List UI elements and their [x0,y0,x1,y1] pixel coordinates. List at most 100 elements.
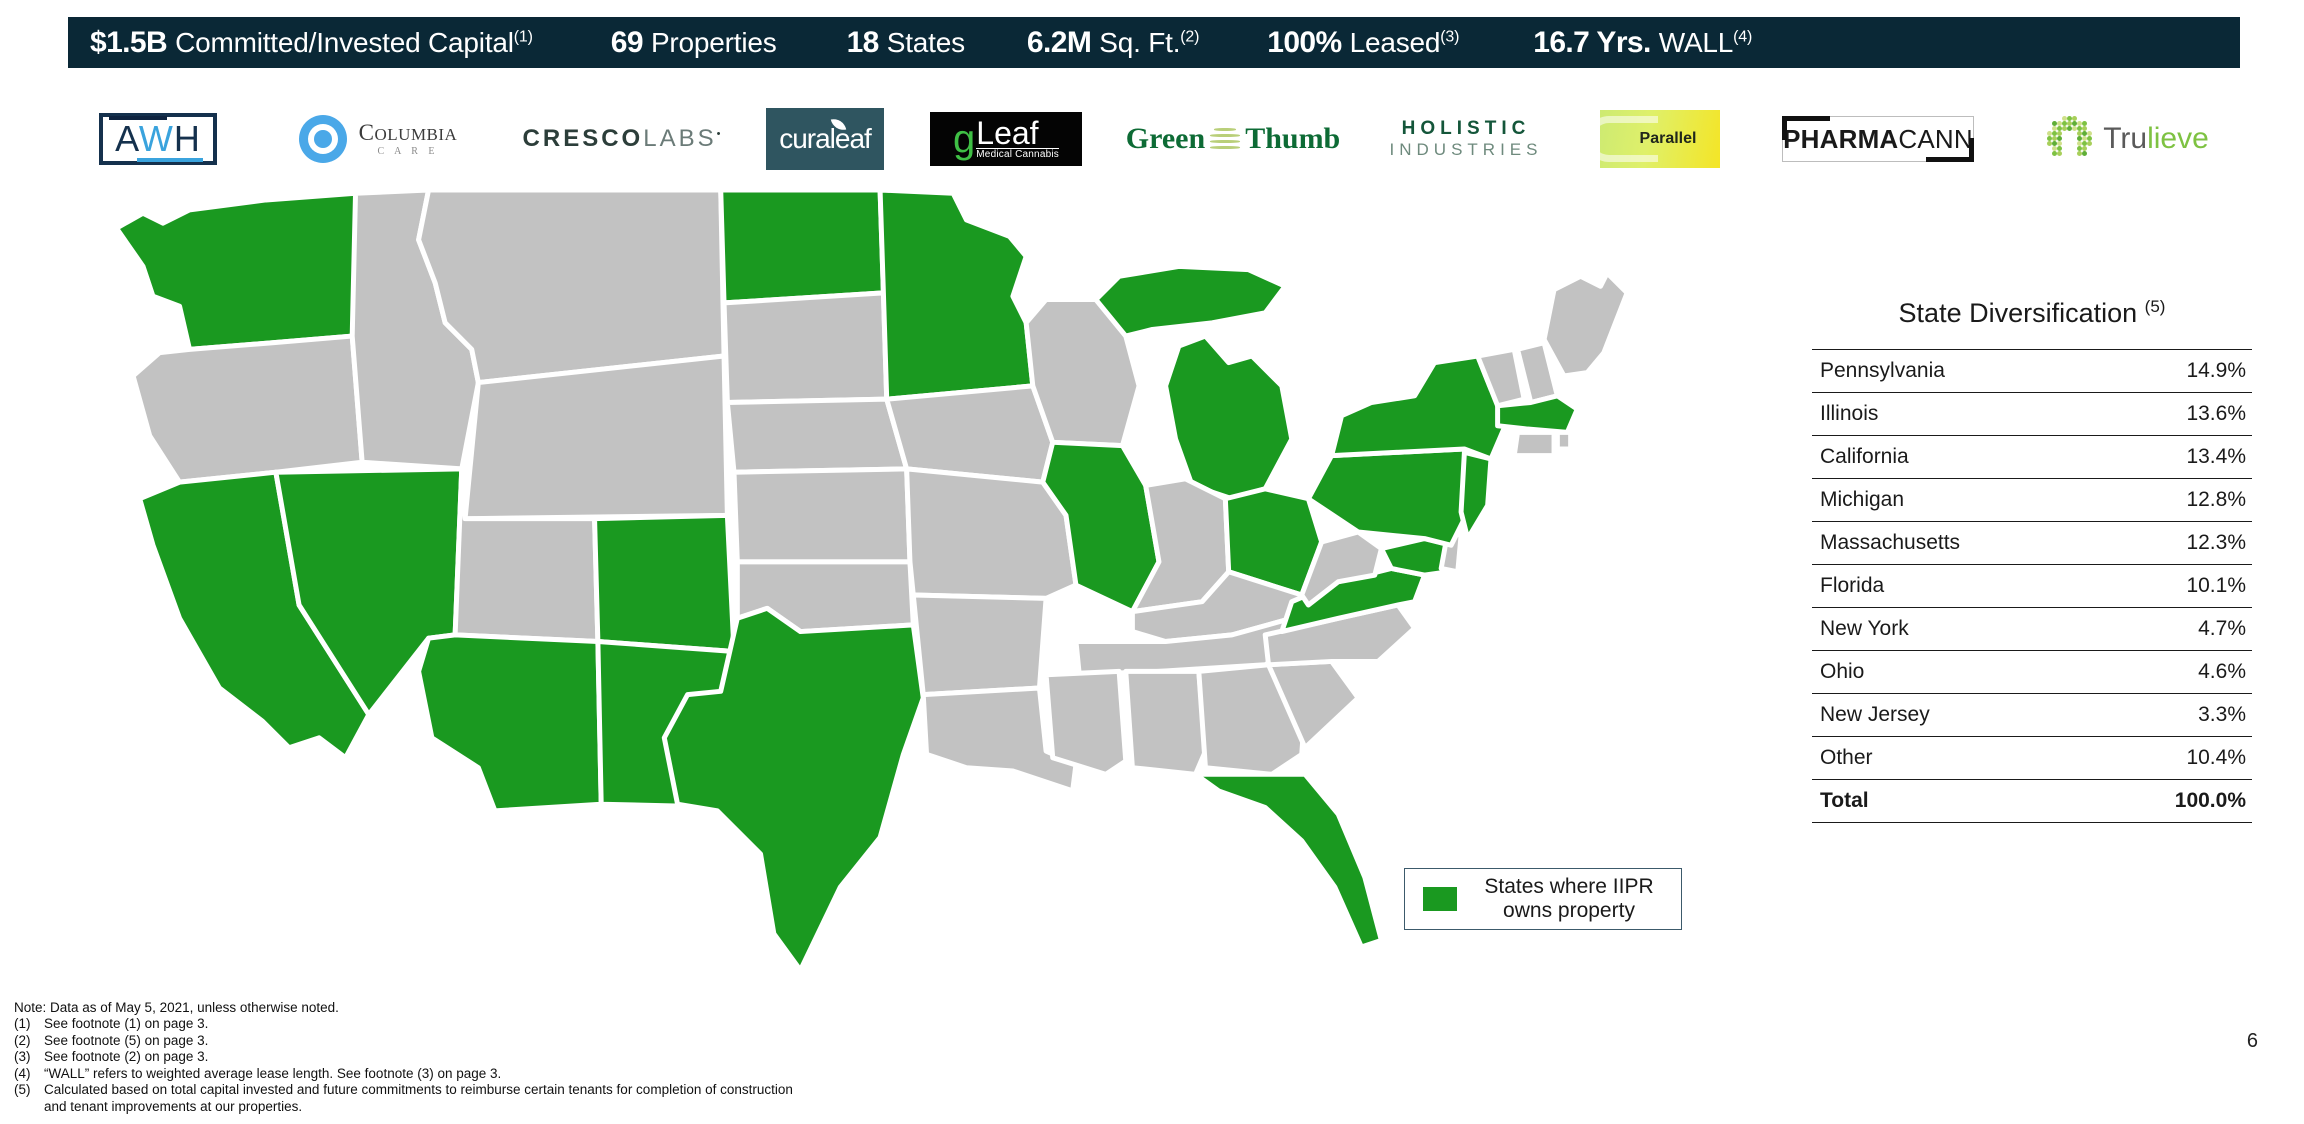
holistic-wordmark: HOLISTIC INDUSTRIES [1390,119,1543,159]
state-percent: 3.3% [2095,693,2252,737]
state-diversification-table: Pennsylvania 14.9% Illinois 13.6% California… [1812,349,2252,823]
state-name: Massachusetts [1812,521,2096,565]
table-row: Illinois 13.6% [1812,392,2252,436]
state-percent: 12.8% [2095,478,2252,522]
logo-curaleaf: curaleaf [750,100,900,178]
state-WY [462,353,730,522]
footnote-text: See footnote (2) on page 3. [44,1049,209,1065]
state-KS [731,466,913,565]
logo-green-thumb: Green Thumb [1108,100,1358,178]
logo-parallel: Parallel [1580,100,1740,178]
gleaf-subtitle: Medical Cannabis [976,148,1059,161]
state-MI-upper [1093,263,1288,339]
state-AL [1123,668,1208,777]
map-legend: States where IIPR owns property [1404,868,1682,930]
state-CT [1511,429,1557,459]
logo-columbia-care: COLUMBIA C A R E [254,100,502,178]
state-FL [1192,771,1384,950]
state-ND [718,190,886,306]
curaleaf-wordmark: curaleaf [779,123,872,154]
footnote-marker: (3) [14,1049,31,1065]
table-title: State Diversification (5) [1898,297,2166,328]
table-row: Massachusetts 12.3% [1812,521,2252,565]
state-MS [1043,668,1129,777]
footnote-text: See footnote (5) on page 3. [44,1032,209,1048]
awh-wordmark: AWH [115,118,201,159]
state-name: New York [1812,607,2096,651]
state-AZ [416,632,604,814]
total-label: Total [1812,779,2096,823]
footnote-note: Note: Data as of May 5, 2021, unless oth… [14,1000,339,1015]
table-row: Other 10.4% [1812,736,2252,780]
footnote-item: (1) See footnote (1) on page 3. [14,1016,1414,1032]
gleaf-g: g [953,117,976,161]
state-name: California [1812,435,2096,479]
state-name: Ohio [1812,650,2096,694]
stat-label: Properties [650,26,777,58]
corner-bracket-icon [1969,138,1974,162]
corner-bracket-icon [1782,116,1830,121]
stat-properties: 69 Properties [611,26,777,60]
state-NJ [1458,449,1494,542]
footnote-text: “WALL” refers to weighted average lease … [44,1065,502,1081]
footnote-ref: (5) [2144,297,2166,316]
parallel-wordmark: Parallel [1639,130,1697,147]
stat-leased: 100% Leased(3) [1267,26,1459,60]
page-number: 6 [2246,1030,2258,1052]
pharmacann-mark: PHARMACANN [1782,116,1974,162]
stat-value: 18 [846,25,880,59]
footnotes: Note: Data as of May 5, 2021, unless oth… [14,1000,1414,1115]
stat-label: WALL(4) [1658,26,1753,58]
total-value: 100.0% [2095,779,2252,823]
footnote-marker: (4) [14,1065,31,1081]
table-row: New York 4.7% [1812,607,2252,651]
footnote-ref: (2) [1180,28,1200,46]
awh-bar-bottom-icon [137,158,203,162]
parallel-mark: Parallel [1600,110,1720,168]
footnote-text-continued: and tenant improvements at our propertie… [44,1098,303,1114]
state-PA [1305,446,1471,548]
footnote-marker: (5) [14,1082,31,1098]
stat-committed-capital: $1.5B Committed/Invested Capital(1) [90,26,533,60]
gleaf-mark: g Leaf Medical Cannabis [930,112,1082,166]
pharmacann-border [1782,116,1974,162]
state-WA [113,190,359,352]
logo-awh: AWH [68,100,248,178]
footnote-item: (5) Calculated based on total capital inv… [14,1082,1414,1098]
stat-label: Committed/Invested Capital(1) [175,26,533,58]
state-name: New Jersey [1812,693,2096,737]
stat-value: 16.7 Yrs. [1533,25,1651,59]
table-total-row: Total 100.0% [1812,779,2252,823]
state-name: Pennsylvania [1812,349,2096,393]
state-OR [130,333,365,485]
tenant-logo-row: AWH COLUMBIA C A R E CRESCOLABS• curalea… [68,100,2248,178]
state-percent: 13.4% [2095,435,2252,479]
footnote-ref: (4) [1733,28,1753,46]
state-percent: 12.3% [2095,521,2252,565]
state-name: Other [1812,736,2096,780]
state-percent: 10.4% [2095,736,2252,780]
state-percent: 4.6% [2095,650,2252,694]
table-row: Florida 10.1% [1812,564,2252,608]
table-row: New Jersey 3.3% [1812,693,2252,737]
state-MI-lower [1163,333,1295,502]
state-MN [877,190,1036,402]
columbia-care-line2: C A R E [377,146,439,157]
legend-label: States where IIPR owns property [1484,874,1654,922]
footnote-item: (2) See footnote (5) on page 3. [14,1033,1414,1049]
state-percent: 4.7% [2095,607,2252,651]
logo-pharmacann: PHARMACANN [1758,100,1998,178]
curaleaf-mark: curaleaf [766,108,884,170]
columbia-care-wordmark: COLUMBIA C A R E [359,121,458,157]
logo-trulieve: Trulieve [2008,100,2248,178]
slide-page: $1.5B Committed/Invested Capital(1) 69 P… [0,0,2304,1124]
state-name: Illinois [1812,392,2096,436]
footnote-ref: (1) [513,28,533,46]
state-RI [1554,429,1574,452]
state-name: Michigan [1812,478,2096,522]
awh-bar-top-icon [109,116,167,120]
green-thumb-wordmark: Green Thumb [1125,122,1341,155]
holistic-line2: INDUSTRIES [1389,140,1543,160]
stat-value: 100% [1267,25,1342,59]
columbia-care-line1: COLUMBIA [358,120,458,145]
